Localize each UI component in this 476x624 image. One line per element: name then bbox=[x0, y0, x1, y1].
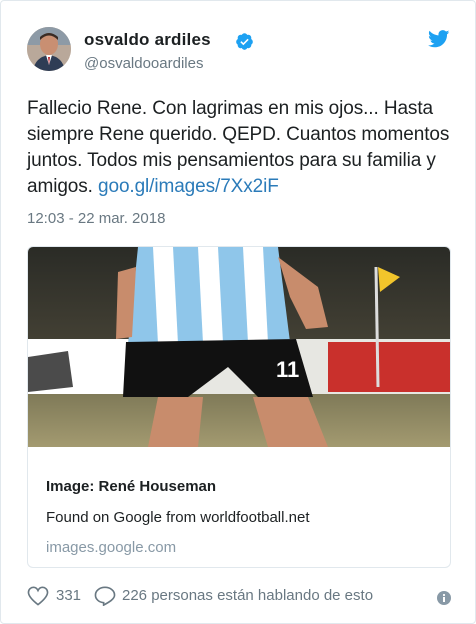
tweet-actions: 331 226 personas están hablando de esto bbox=[27, 585, 457, 609]
info-icon[interactable] bbox=[437, 591, 451, 605]
verified-badge-icon bbox=[236, 33, 253, 50]
tweet-timestamp[interactable]: 12:03 - 22 mar. 2018 bbox=[27, 210, 165, 227]
card-title: Image: René Houseman bbox=[46, 478, 217, 495]
heart-icon[interactable] bbox=[27, 586, 49, 606]
user-handle[interactable]: @osvaldooardiles bbox=[84, 55, 203, 72]
card-description: Found on Google from worldfootball.net bbox=[46, 509, 310, 526]
conversation-count[interactable]: 226 personas están hablando de esto bbox=[122, 587, 373, 604]
display-name[interactable]: osvaldo ardiles bbox=[84, 30, 211, 50]
reply-icon[interactable] bbox=[94, 586, 116, 606]
tweet-link[interactable]: goo.gl/images/7Xx2iF bbox=[98, 176, 279, 197]
twitter-logo-icon[interactable] bbox=[428, 30, 450, 48]
link-card[interactable]: 11 Image: René Houseman Found on Google … bbox=[27, 246, 451, 568]
card-domain: images.google.com bbox=[46, 539, 177, 556]
tweet-card: osvaldo ardiles @osvaldooardiles Falleci… bbox=[0, 0, 476, 624]
svg-text:11: 11 bbox=[276, 357, 299, 382]
avatar-photo bbox=[27, 27, 71, 71]
like-count: 331 bbox=[56, 587, 82, 604]
card-image[interactable]: 11 bbox=[28, 247, 451, 447]
tweet-text: Fallecio Rene. Con lagrimas en mis ojos.… bbox=[27, 96, 457, 200]
avatar[interactable] bbox=[27, 27, 71, 71]
